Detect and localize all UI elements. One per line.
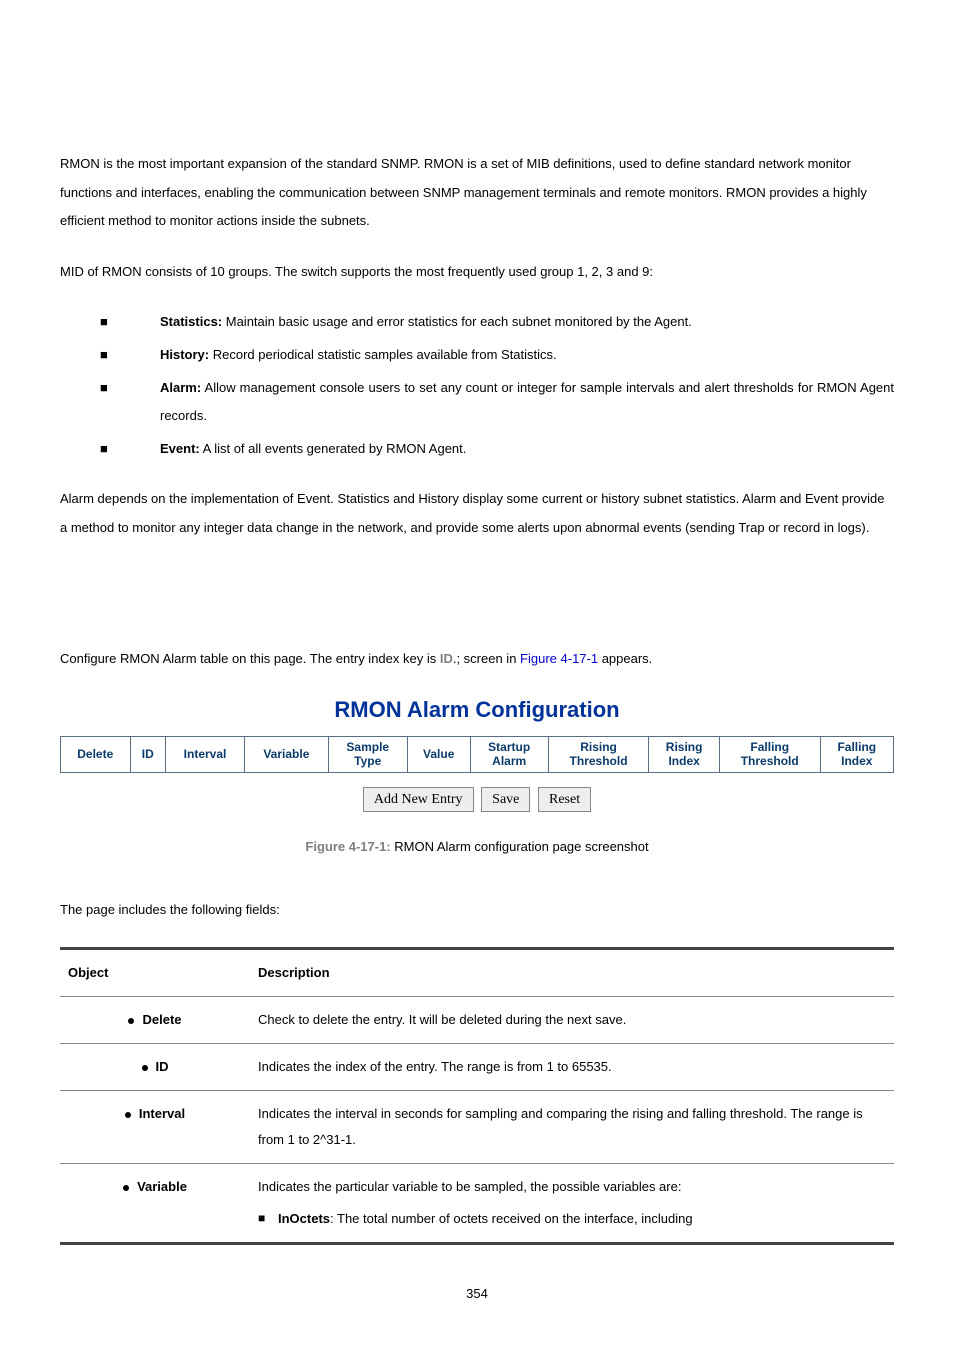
config-text-c: .; screen in bbox=[453, 651, 520, 666]
table-row: Delete Check to delete the entry. It wil… bbox=[60, 997, 894, 1044]
bullet-text: Allow management console users to set an… bbox=[160, 380, 894, 424]
description-cell: Indicates the particular variable to be … bbox=[250, 1164, 894, 1244]
fields-table: Object Description Delete Check to delet… bbox=[60, 947, 894, 1245]
fields-intro: The page includes the following fields: bbox=[60, 896, 894, 925]
bullet-event: Event: A list of all events generated by… bbox=[100, 435, 894, 464]
object-cell: Delete bbox=[60, 997, 250, 1044]
col-id: ID bbox=[130, 736, 165, 772]
figure-caption: Figure 4-17-1: RMON Alarm configuration … bbox=[60, 838, 894, 856]
col-delete: Delete bbox=[61, 736, 131, 772]
fields-header-object: Object bbox=[60, 949, 250, 997]
config-text-d: appears. bbox=[598, 651, 652, 666]
fields-header-description: Description bbox=[250, 949, 894, 997]
object-cell: Interval bbox=[60, 1091, 250, 1164]
intro-paragraph-3: Alarm depends on the implementation of E… bbox=[60, 485, 894, 542]
reset-button[interactable]: Reset bbox=[538, 787, 591, 813]
caption-text: RMON Alarm configuration page screenshot bbox=[391, 839, 649, 854]
col-startup-alarm: StartupAlarm bbox=[470, 736, 548, 772]
col-falling-index: FallingIndex bbox=[820, 736, 893, 772]
bullet-label: Statistics: bbox=[160, 314, 222, 329]
description-cell: Indicates the interval in seconds for sa… bbox=[250, 1091, 894, 1164]
intro-paragraph-2: MID of RMON consists of 10 groups. The s… bbox=[60, 258, 894, 287]
table-row: Variable Indicates the particular variab… bbox=[60, 1164, 894, 1244]
intro-paragraph-1: RMON is the most important expansion of … bbox=[60, 150, 894, 236]
caption-label: Figure 4-17-1: bbox=[305, 839, 390, 854]
bullet-history: History: Record periodical statistic sam… bbox=[100, 341, 894, 370]
col-value: Value bbox=[407, 736, 470, 772]
object-label: Delete bbox=[142, 1012, 181, 1027]
config-line: Configure RMON Alarm table on this page.… bbox=[60, 645, 894, 674]
bullet-label: History: bbox=[160, 347, 209, 362]
save-button[interactable]: Save bbox=[481, 787, 530, 813]
description-cell: Check to delete the entry. It will be de… bbox=[250, 997, 894, 1044]
page-content: RMON is the most important expansion of … bbox=[60, 0, 894, 1303]
col-sample-type: SampleType bbox=[328, 736, 407, 772]
col-variable: Variable bbox=[245, 736, 329, 772]
col-rising-threshold: RisingThreshold bbox=[548, 736, 649, 772]
col-rising-index: RisingIndex bbox=[649, 736, 719, 772]
alarm-config-table: Delete ID Interval Variable SampleType V… bbox=[60, 736, 894, 773]
group-list: Statistics: Maintain basic usage and err… bbox=[60, 308, 894, 463]
object-cell: Variable bbox=[60, 1164, 250, 1244]
inner-text: : The total number of octets received on… bbox=[330, 1211, 693, 1226]
bullet-label: Event: bbox=[160, 441, 200, 456]
table-header-row: Delete ID Interval Variable SampleType V… bbox=[61, 736, 894, 772]
object-cell: ID bbox=[60, 1044, 250, 1091]
bullet-label: Alarm: bbox=[160, 380, 201, 395]
object-label: Variable bbox=[137, 1179, 187, 1194]
table-row: Interval Indicates the interval in secon… bbox=[60, 1091, 894, 1164]
fields-header-row: Object Description bbox=[60, 949, 894, 997]
inner-bold: InOctets bbox=[278, 1211, 330, 1226]
screenshot-title: RMON Alarm Configuration bbox=[60, 695, 894, 726]
col-interval: Interval bbox=[166, 736, 245, 772]
object-label: Interval bbox=[139, 1106, 185, 1121]
add-new-entry-button[interactable]: Add New Entry bbox=[363, 787, 474, 813]
bullet-text: A list of all events generated by RMON A… bbox=[200, 441, 467, 456]
object-label: ID bbox=[156, 1059, 169, 1074]
config-text-a: Configure RMON Alarm table on this page.… bbox=[60, 651, 440, 666]
description-cell: Indicates the index of the entry. The ra… bbox=[250, 1044, 894, 1091]
config-bold-id: ID bbox=[440, 651, 453, 666]
desc-text: Indicates the particular variable to be … bbox=[258, 1179, 681, 1194]
table-row: ID Indicates the index of the entry. The… bbox=[60, 1044, 894, 1091]
inner-bullet: InOctets: The total number of octets rec… bbox=[258, 1206, 886, 1232]
bullet-text: Record periodical statistic samples avai… bbox=[209, 347, 557, 362]
button-row: Add New Entry Save Reset bbox=[60, 787, 894, 813]
bullet-alarm: Alarm: Allow management console users to… bbox=[100, 374, 894, 431]
bullet-text: Maintain basic usage and error statistic… bbox=[222, 314, 692, 329]
col-falling-threshold: FallingThreshold bbox=[719, 736, 820, 772]
page-number: 354 bbox=[60, 1285, 894, 1303]
bullet-statistics: Statistics: Maintain basic usage and err… bbox=[100, 308, 894, 337]
figure-link[interactable]: Figure 4-17-1 bbox=[520, 651, 598, 666]
